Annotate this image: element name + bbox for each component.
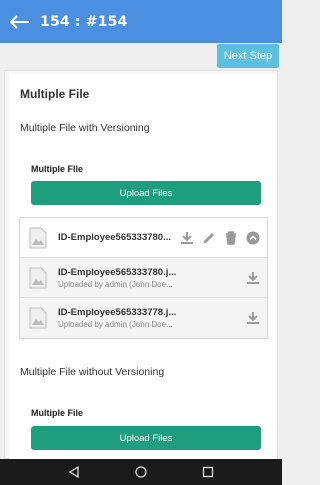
file-version-row[interactable]: ID-Employee565333778.j... Uploaded by ad… bbox=[20, 298, 267, 338]
image-file-icon bbox=[29, 227, 47, 248]
android-nav-bar bbox=[0, 459, 282, 485]
triangle-back-icon bbox=[68, 466, 79, 478]
file-name: ID-Employee565333780... bbox=[58, 232, 172, 243]
download-icon[interactable] bbox=[245, 270, 261, 286]
download-icon[interactable] bbox=[179, 230, 195, 246]
app-bar: 154 : #154 bbox=[0, 0, 282, 43]
versioning-subheading: Multiple File with Versioning bbox=[20, 122, 150, 134]
nav-back-button[interactable] bbox=[67, 465, 81, 479]
square-recents-icon bbox=[203, 466, 214, 478]
file-list: ID-Employee565333780... ID-Employee56533… bbox=[19, 217, 268, 339]
circle-home-icon bbox=[135, 466, 147, 478]
upload-files-button[interactable]: Upload Files bbox=[31, 181, 261, 205]
content-area: Multiple File Multiple File with Version… bbox=[4, 70, 278, 459]
file-name: ID-Employee565333778.j... bbox=[58, 307, 177, 318]
file-meta: Uploaded by admin (John Doe... bbox=[58, 320, 173, 329]
section-title: Multiple File bbox=[20, 87, 90, 101]
image-file-icon bbox=[29, 267, 47, 288]
download-icon[interactable] bbox=[245, 310, 261, 326]
arrow-left-icon bbox=[10, 14, 29, 29]
image-file-icon bbox=[29, 307, 47, 329]
no-versioning-subheading: Multiple File without Versioning bbox=[20, 366, 165, 378]
next-step-button[interactable]: Next Step bbox=[217, 44, 279, 68]
nav-home-button[interactable] bbox=[134, 465, 148, 479]
page-title: 154 : #154 bbox=[40, 13, 128, 30]
edit-icon[interactable] bbox=[201, 230, 217, 246]
collapse-icon[interactable] bbox=[245, 230, 261, 246]
file-name: ID-Employee565333780.j... bbox=[58, 266, 177, 278]
form-card: Multiple File Multiple File with Version… bbox=[9, 74, 277, 459]
delete-icon[interactable] bbox=[223, 230, 239, 246]
nav-recents-button[interactable] bbox=[201, 465, 215, 479]
back-button[interactable] bbox=[0, 0, 40, 43]
action-bar: Next Step bbox=[0, 43, 282, 69]
versioning-field-label: Multiple FIle bbox=[31, 164, 84, 174]
upload-files-button[interactable]: Upload Files bbox=[31, 426, 261, 450]
no-versioning-field-label: Multiple File bbox=[31, 408, 84, 418]
file-version-row[interactable]: ID-Employee565333780.j... Uploaded by ad… bbox=[20, 258, 267, 298]
file-row[interactable]: ID-Employee565333780... bbox=[20, 218, 267, 258]
file-meta: Uploaded by admin (John Doe... bbox=[58, 279, 173, 289]
